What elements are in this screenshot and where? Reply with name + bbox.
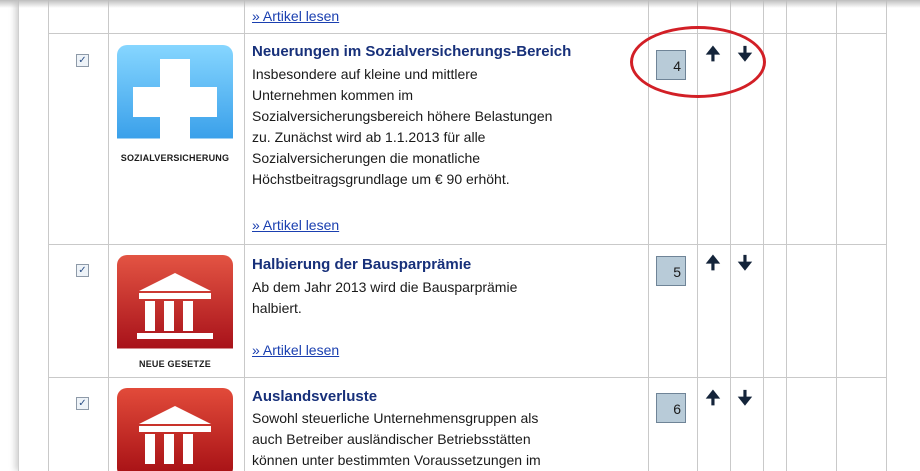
highlight-ring bbox=[630, 26, 766, 98]
article-title[interactable]: Neuerungen im Sozialversicherungs-Bereic… bbox=[252, 43, 571, 60]
building-beam bbox=[139, 293, 211, 299]
article-title[interactable]: Auslandsverluste bbox=[252, 388, 377, 405]
column-divider bbox=[786, 0, 787, 471]
order-field[interactable]: 5 bbox=[656, 256, 686, 286]
description-line: Sowohl steuerliche Unternehmensgruppen a… bbox=[252, 410, 539, 426]
description-line: Höchstbeitragsgrundlage um € 90 erhöht. bbox=[252, 171, 510, 187]
row-divider bbox=[48, 377, 887, 378]
move-down-icon[interactable]: 🠋 bbox=[736, 389, 754, 407]
article-description: Insbesondere auf kleine und mittlere Unt… bbox=[252, 64, 637, 190]
column-divider bbox=[48, 0, 49, 471]
building-column bbox=[183, 434, 193, 464]
row-divider bbox=[48, 244, 887, 245]
building-base bbox=[137, 333, 213, 339]
description-line: halbiert. bbox=[252, 300, 302, 316]
building-column bbox=[164, 434, 174, 464]
building-beam bbox=[139, 426, 211, 432]
building-column bbox=[183, 301, 193, 331]
article-title[interactable]: Halbierung der Bausparprämie bbox=[252, 256, 471, 273]
row-checkbox[interactable]: ✓ bbox=[76, 264, 89, 277]
description-line: Ab dem Jahr 2013 wird die Bausparprämie bbox=[252, 279, 518, 295]
move-up-icon[interactable]: 🠉 bbox=[704, 254, 722, 272]
column-divider bbox=[836, 0, 837, 471]
table-right-edge bbox=[886, 0, 887, 471]
description-line: Sozialversicherungen die monatliche bbox=[252, 150, 481, 166]
description-line: können unter bestimmten Voraussetzungen … bbox=[252, 452, 541, 468]
description-line: Unternehmen kommen im bbox=[252, 87, 414, 103]
read-article-link[interactable]: » Artikel lesen bbox=[252, 217, 339, 233]
description-line: auch Betreiber ausländischer Betriebsstä… bbox=[252, 431, 531, 447]
article-description: Ab dem Jahr 2013 wird die Bausparprämie … bbox=[252, 277, 637, 319]
move-up-icon[interactable]: 🠉 bbox=[704, 389, 722, 407]
description-line: zu. Zunächst wird ab 1.1.2013 für alle bbox=[252, 129, 486, 145]
previous-article-link[interactable]: » Artikel lesen bbox=[252, 8, 339, 24]
description-line: Sozialversicherungsbereich höhere Belast… bbox=[252, 108, 553, 124]
building-roof-icon bbox=[139, 273, 211, 291]
cross-icon-bar bbox=[133, 87, 217, 117]
column-divider bbox=[108, 0, 109, 471]
order-field[interactable]: 6 bbox=[656, 393, 686, 423]
article-description: Sowohl steuerliche Unternehmensgruppen a… bbox=[252, 408, 637, 471]
image-caption: NEUE GESETZE bbox=[139, 359, 211, 369]
building-column bbox=[164, 301, 174, 331]
top-shadow bbox=[0, 0, 920, 8]
row-checkbox[interactable]: ✓ bbox=[76, 397, 89, 410]
screenshot-frame: » Artikel lesen ✓ SOZIALVERSICHERUNG Neu… bbox=[0, 0, 920, 471]
image-caption: SOZIALVERSICHERUNG bbox=[120, 153, 230, 163]
move-down-icon[interactable]: 🠋 bbox=[736, 254, 754, 272]
new-laws-image: NEUE GESETZE bbox=[117, 255, 233, 375]
building-column bbox=[145, 301, 155, 331]
building-roof-icon bbox=[139, 406, 211, 424]
description-line: Insbesondere auf kleine und mittlere bbox=[252, 66, 478, 82]
building-column bbox=[145, 434, 155, 464]
read-article-link[interactable]: » Artikel lesen bbox=[252, 342, 339, 358]
column-divider bbox=[244, 0, 245, 471]
new-laws-image bbox=[117, 388, 233, 471]
row-checkbox[interactable]: ✓ bbox=[76, 54, 89, 67]
row-divider bbox=[48, 33, 887, 34]
social-insurance-image: SOZIALVERSICHERUNG bbox=[117, 45, 233, 175]
